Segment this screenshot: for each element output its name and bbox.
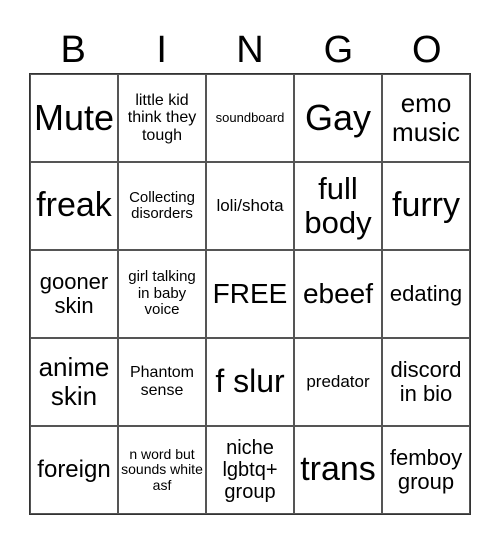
bingo-cell[interactable]: soundboard [206, 74, 294, 162]
header-letter-b: B [60, 29, 86, 71]
bingo-cell[interactable]: trans [294, 426, 382, 514]
bingo-cell[interactable]: furry [382, 162, 470, 250]
header-letter-o: O [412, 29, 442, 71]
bingo-cell[interactable]: Mute [30, 74, 118, 162]
bingo-cell[interactable]: Gay [294, 74, 382, 162]
bingo-cell[interactable]: loli/shota [206, 162, 294, 250]
bingo-cell[interactable]: f slur [206, 338, 294, 426]
bingo-cell[interactable]: girl talking in baby voice [118, 250, 206, 338]
bingo-header: B I N G O [29, 28, 471, 72]
bingo-cell[interactable]: Phantom sense [118, 338, 206, 426]
bingo-cell[interactable]: emo music [382, 74, 470, 162]
free-space-cell[interactable]: FREE [206, 250, 294, 338]
bingo-cell[interactable]: ebeef [294, 250, 382, 338]
bingo-cell[interactable]: full body [294, 162, 382, 250]
bingo-cell[interactable]: anime skin [30, 338, 118, 426]
bingo-cell[interactable]: gooner skin [30, 250, 118, 338]
bingo-cell[interactable]: discord in bio [382, 338, 470, 426]
header-letter-n: N [236, 29, 264, 71]
bingo-cell[interactable]: n word but sounds white asf [118, 426, 206, 514]
bingo-cell[interactable]: little kid think they tough [118, 74, 206, 162]
bingo-cell[interactable]: Collecting disorders [118, 162, 206, 250]
bingo-cell[interactable]: foreign [30, 426, 118, 514]
bingo-cell[interactable]: predator [294, 338, 382, 426]
bingo-grid: Mute little kid think they tough soundboar… [29, 73, 471, 515]
bingo-cell[interactable]: femboy group [382, 426, 470, 514]
bingo-cell[interactable]: niche lgbtq+ group [206, 426, 294, 514]
bingo-cell[interactable]: edating [382, 250, 470, 338]
header-letter-i: I [156, 29, 167, 71]
bingo-cell[interactable]: freak [30, 162, 118, 250]
header-letter-g: G [323, 29, 354, 71]
